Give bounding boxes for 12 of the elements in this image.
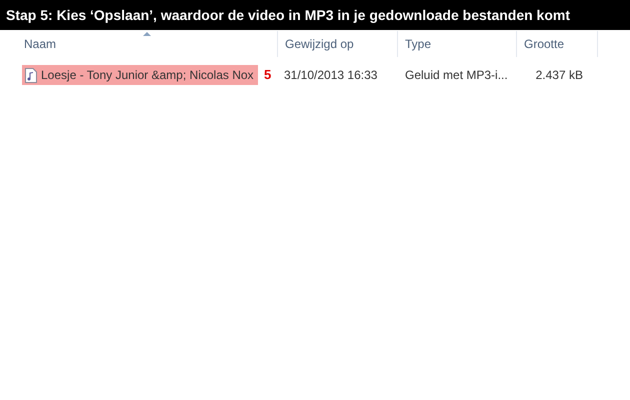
column-header[interactable]: Gewijzigd op bbox=[278, 31, 398, 57]
step-marker: 5 bbox=[264, 66, 272, 84]
music-file-icon bbox=[25, 68, 37, 82]
column-header[interactable]: Type bbox=[398, 31, 517, 57]
modified-date: 31/10/2013 16:33 bbox=[283, 67, 378, 84]
file-name[interactable]: Loesje - Tony Junior &amp; Nicolas Nox bbox=[22, 65, 258, 85]
sort-arrow-icon bbox=[143, 31, 151, 36]
column-header[interactable]: Grootte bbox=[517, 31, 598, 57]
file-size: 2.437 kB bbox=[534, 67, 583, 84]
banner-title: Stap 5: Kies ‘Opslaan’, waardoor de video in MP3 in je gedownloade bestanden komt bbox=[6, 6, 570, 25]
column-header[interactable]: Naam bbox=[17, 31, 278, 57]
file-type: Geluid met MP3-i... bbox=[404, 67, 509, 84]
